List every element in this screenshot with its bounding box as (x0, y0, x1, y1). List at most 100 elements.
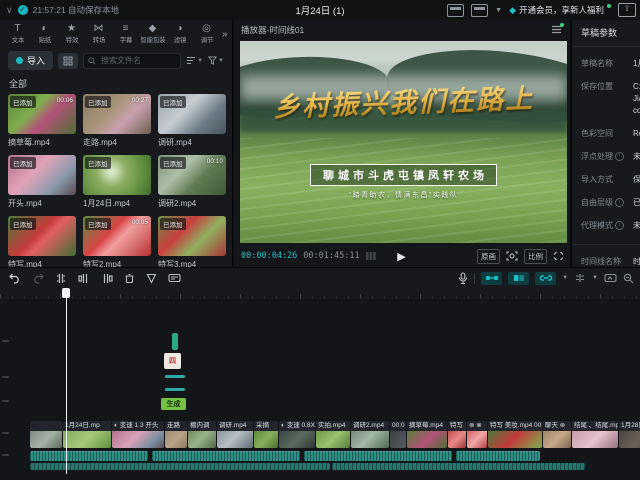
mini-clip[interactable] (172, 333, 178, 350)
linkage-caret-icon[interactable]: ▼ (562, 275, 568, 281)
zoom-out-icon[interactable] (623, 273, 634, 284)
main-track-magnet-toggle[interactable] (481, 272, 502, 285)
grid-view-button[interactable] (58, 53, 78, 69)
search-box[interactable] (83, 53, 181, 69)
timeline-clip[interactable]: 棚内调 (188, 421, 216, 448)
timeline-clip[interactable]: ◐ 变速 1.3 开头 (112, 421, 164, 448)
timeline-clip[interactable]: 摘草莓.mp4 (407, 421, 447, 448)
chevron-down-icon[interactable]: ∨ (6, 5, 13, 16)
media-item[interactable]: 已添加特写3.mp4 (158, 216, 226, 270)
auto-snap-toggle[interactable] (508, 272, 529, 285)
audio-clip[interactable] (304, 451, 452, 461)
delete-button[interactable] (124, 273, 135, 284)
frame-list-icon[interactable] (366, 252, 376, 260)
timeline-clip[interactable]: 调研.mp4 (217, 421, 253, 448)
timeline-clip[interactable]: 00:0 (390, 421, 406, 448)
info-icon[interactable]: i (615, 152, 624, 161)
media-item[interactable]: 已添加00:05特写2.mp4 (83, 216, 151, 270)
media-item[interactable]: 已添加特写.mp4 (8, 216, 76, 270)
media-item[interactable]: 已添加调研.mp4 (158, 94, 226, 148)
media-item[interactable]: 已添加00:06摘草莓.mp4 (8, 94, 76, 148)
preview-axis-caret-icon[interactable]: ▼ (592, 275, 598, 281)
audio-clip[interactable] (332, 463, 585, 470)
audio-clip[interactable] (456, 451, 540, 461)
clip-label: 走路 (165, 421, 187, 431)
mini-clip[interactable] (165, 388, 185, 391)
player-menu-icon[interactable] (551, 25, 562, 34)
video-preview[interactable]: 乡村振兴我们在路上 聊城市斗虎屯镇凤轩农场 “踏青助农，情满东昌”实践队 (240, 41, 567, 243)
timeline-clip[interactable] (30, 421, 62, 448)
param-row: 草稿名称1月24日 (1) (572, 58, 640, 70)
mini-clip[interactable] (165, 375, 185, 378)
render-preview-icon[interactable] (604, 273, 617, 283)
workspace-caret-icon[interactable]: ▼ (495, 7, 502, 14)
asset-tabs: T文本◐贴纸★特效⋈转场≡字幕◆智能包装◑滤镜◎调节 » (0, 20, 232, 47)
search-input[interactable] (99, 55, 176, 66)
playhead-handle[interactable] (62, 288, 70, 298)
tabs-more-icon[interactable]: » (222, 29, 228, 40)
text-clip[interactable]: 四 (164, 353, 181, 369)
linkage-toggle[interactable] (535, 272, 556, 285)
workspace-icon[interactable] (471, 4, 488, 17)
timeline-clip[interactable]: 特写 (448, 421, 466, 448)
timeline-clip[interactable]: 调研2.mp4 (351, 421, 389, 448)
media-item[interactable]: 已添加1月24日.mp4 (83, 155, 151, 209)
info-icon[interactable]: i (615, 221, 624, 230)
ratio-button[interactable]: 比例 (524, 249, 547, 264)
timeline-clip[interactable]: 1月28日.mp4 (619, 421, 640, 448)
audio-clip[interactable] (30, 463, 330, 470)
layout-icon[interactable] (447, 4, 464, 17)
playhead-line[interactable] (66, 288, 67, 474)
mask-button[interactable] (146, 273, 157, 284)
media-item[interactable]: 已添加00:10调研2.mp4 (158, 155, 226, 209)
timeline-clip[interactable]: 实拍.mp4 (316, 421, 350, 448)
param-value: 1月24日 (1) (633, 58, 640, 70)
timeline-clip[interactable]: 采摘 (254, 421, 278, 448)
added-badge: 已添加 (85, 96, 111, 108)
audio-clip[interactable] (152, 451, 300, 461)
timeline-ruler[interactable] (0, 288, 640, 299)
split-right-button[interactable] (101, 273, 113, 284)
text-clip[interactable]: 生成 (161, 398, 186, 410)
import-button[interactable]: 导入 (8, 51, 53, 70)
original-quality-button[interactable]: 原画 (477, 249, 500, 264)
timeline-clip[interactable]: ◐ 变速 0.8X (279, 421, 315, 448)
redo-button[interactable] (32, 273, 44, 284)
tab-转场[interactable]: ⋈转场 (85, 23, 112, 45)
preview-axis-icon[interactable] (574, 273, 586, 283)
sort-button[interactable]: ▼ (186, 56, 203, 65)
info-icon[interactable]: i (615, 198, 624, 207)
tab-文本[interactable]: T文本 (4, 23, 31, 45)
tab-智能包装[interactable]: ◆智能包装 (139, 23, 166, 45)
export-button[interactable]: ⇧ (618, 3, 636, 17)
audio-clip[interactable] (30, 451, 148, 461)
timeline-clip[interactable]: ⊗ ⊗ (467, 421, 487, 448)
timeline-clip[interactable]: 走路 (165, 421, 187, 448)
tab-调节[interactable]: ◎调节 (193, 23, 220, 45)
media-item[interactable]: 已添加开头.mp4 (8, 155, 76, 209)
mic-icon[interactable] (458, 272, 468, 285)
timeline[interactable]: 四生成 1月24日.mp◐ 变速 1.3 开头走路棚内调调研.mp4采摘◐ 变速… (0, 288, 640, 480)
member-banner[interactable]: ◆ 开通会员，享新人福利 (509, 4, 611, 16)
tab-特效[interactable]: ★特效 (58, 23, 85, 45)
undo-button[interactable] (9, 273, 21, 284)
split-left-button[interactable] (78, 273, 90, 284)
focus-icon[interactable] (506, 251, 518, 261)
clip-label: 00:0 (390, 421, 406, 431)
play-button[interactable]: ▶ (397, 250, 405, 263)
timeline-clip[interactable]: 结尾 、结尾.mp4 (572, 421, 618, 448)
timeline-clip[interactable]: 特写 美妆.mp4 00:0 (488, 421, 542, 448)
tab-字幕[interactable]: ≡字幕 (112, 23, 139, 45)
filter-button[interactable]: ▼ (208, 56, 224, 65)
param-row: 代理模式i未开启 (572, 220, 640, 232)
split-button[interactable] (55, 273, 67, 284)
text-template-button[interactable] (168, 273, 181, 284)
player-controls: 00:00:04:26 00:01:45:11 ▶ 原画 比例 (233, 245, 570, 267)
timeline-clip[interactable]: 1月24日.mp (63, 421, 111, 448)
timeline-clip[interactable]: 聊天 ⊗ (543, 421, 571, 448)
clip-thumbnail (467, 431, 487, 448)
tab-贴纸[interactable]: ◐贴纸 (31, 23, 58, 45)
fullscreen-icon[interactable] (553, 251, 564, 261)
tab-滤镜[interactable]: ◑滤镜 (166, 23, 193, 45)
media-item[interactable]: 已添加00:27走路.mp4 (83, 94, 151, 148)
